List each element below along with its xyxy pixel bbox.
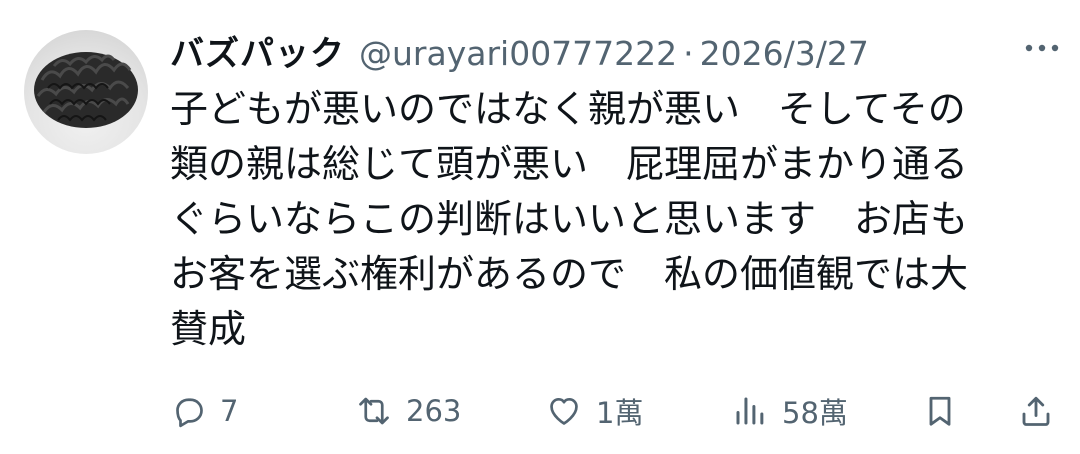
heart-icon: [550, 397, 578, 425]
user-handle[interactable]: @urayari00777222: [359, 34, 677, 73]
tweet-header: バズパック @urayari00777222 · 2026/3/27: [170, 26, 869, 76]
post-date[interactable]: 2026/3/27: [700, 34, 869, 73]
display-name[interactable]: バズパック: [170, 26, 345, 75]
views-icon: [736, 397, 764, 425]
bookmark-button[interactable]: [922, 388, 958, 434]
avatar[interactable]: [24, 30, 148, 154]
reply-count: 7: [220, 394, 239, 428]
reply-button[interactable]: 7: [170, 388, 238, 434]
views-button[interactable]: 58萬: [732, 388, 848, 434]
more-options-icon[interactable]: [1024, 40, 1060, 56]
retweet-icon: [359, 397, 389, 425]
separator: ·: [683, 34, 694, 73]
tweet-text: 子どもが悪いのではなく親が悪い そしてその 類の親は総じて頭が悪い 屁理屈がまか…: [170, 82, 1060, 357]
retweet-count: 263: [406, 394, 462, 428]
reply-icon: [176, 398, 203, 428]
tweet-text-line: ぐらいならこの判断はいいと思います お店も: [170, 197, 969, 241]
retweet-button[interactable]: 263: [356, 388, 461, 434]
action-bar: 7 263 1萬 58萬: [170, 388, 1060, 434]
views-count: 58萬: [782, 396, 848, 430]
like-button[interactable]: 1萬: [546, 388, 643, 434]
bookmark-icon: [929, 396, 951, 426]
share-icon: [1022, 396, 1050, 426]
tweet-text-line: 類の親は総じて頭が悪い 屁理屈がまかり通る: [170, 142, 969, 186]
tweet-text-line: お客を選ぶ権利があるので 私の価値観では大: [170, 252, 969, 296]
tweet-text-line: 賛成: [170, 307, 247, 351]
share-button[interactable]: [1018, 388, 1054, 434]
tweet-text-line: 子どもが悪いのではなく親が悪い そしてその: [170, 87, 966, 131]
like-count: 1萬: [596, 396, 644, 430]
avatar-image: [34, 52, 138, 128]
